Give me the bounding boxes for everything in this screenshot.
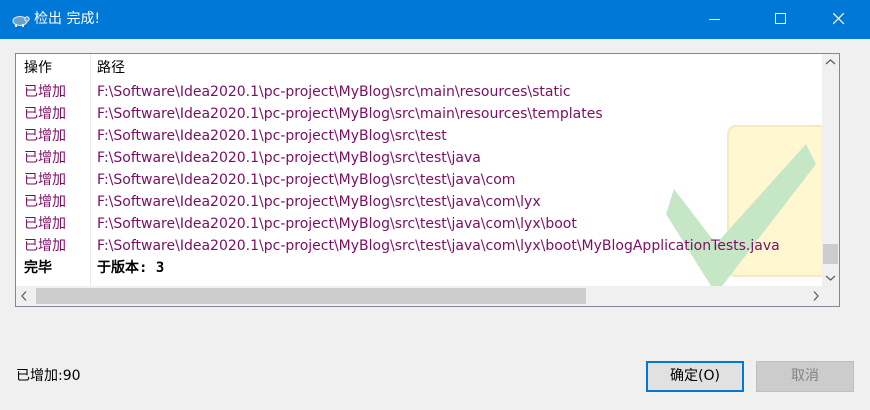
tortoise-app-icon — [10, 10, 30, 28]
title-bar: 检出 完成! — [0, 0, 870, 39]
vertical-scroll-thumb[interactable] — [823, 244, 838, 264]
horizontal-scroll-thumb[interactable] — [36, 288, 586, 304]
row-action: 已增加 — [24, 238, 66, 254]
row-path: F:\Software\Idea2020.1\pc-project\MyBlog… — [97, 238, 780, 254]
close-icon — [833, 13, 845, 25]
chevron-down-icon — [825, 275, 836, 281]
column-header-action[interactable]: 操作 — [24, 58, 52, 78]
row-path: F:\Software\Idea2020.1\pc-project\MyBlog… — [97, 194, 541, 210]
list-row[interactable]: 已增加 F:\Software\Idea2020.1\pc-project\MyB… — [16, 147, 824, 169]
chevron-left-icon — [21, 291, 27, 301]
maximize-button[interactable] — [758, 0, 804, 39]
ok-button[interactable]: 确定(O) — [646, 361, 744, 392]
vertical-scrollbar[interactable] — [822, 54, 839, 286]
scroll-down-button[interactable] — [822, 269, 839, 286]
row-revision: 于版本: 3 — [97, 260, 165, 276]
row-path: F:\Software\Idea2020.1\pc-project\MyBlog… — [97, 150, 481, 166]
row-action: 已增加 — [24, 128, 66, 144]
list-row[interactable]: 已增加 F:\Software\Idea2020.1\pc-project\MyB… — [16, 235, 824, 257]
scrollbar-corner — [822, 286, 839, 306]
row-action: 完毕 — [24, 260, 52, 276]
list-row[interactable]: 已增加 F:\Software\Idea2020.1\pc-project\MyB… — [16, 213, 824, 235]
scroll-up-button[interactable] — [822, 54, 839, 71]
maximize-icon — [775, 13, 786, 24]
row-action: 已增加 — [24, 150, 66, 166]
list-row-complete[interactable]: 完毕 于版本: 3 — [16, 257, 824, 279]
result-list[interactable]: 操作 路径 已增加 F:\Software\Idea2020.1\pc-proje… — [15, 53, 840, 307]
list-row[interactable]: 已增加 F:\Software\Idea2020.1\pc-project\MyB… — [16, 191, 824, 213]
row-action: 已增加 — [24, 172, 66, 188]
horizontal-scrollbar[interactable] — [16, 286, 824, 306]
row-action: 已增加 — [24, 216, 66, 232]
minimize-icon — [709, 19, 720, 20]
column-header-path[interactable]: 路径 — [97, 58, 125, 78]
row-path: F:\Software\Idea2020.1\pc-project\MyBlog… — [97, 106, 603, 122]
window-title: 检出 完成! — [34, 11, 101, 27]
row-action: 已增加 — [24, 106, 66, 122]
list-row[interactable]: 已增加 F:\Software\Idea2020.1\pc-project\MyB… — [16, 125, 824, 147]
scroll-left-button[interactable] — [16, 286, 33, 306]
row-action: 已增加 — [24, 194, 66, 210]
row-path: F:\Software\Idea2020.1\pc-project\MyBlog… — [97, 84, 571, 100]
cancel-button[interactable]: 取消 — [756, 361, 854, 392]
list-row[interactable]: 已增加 F:\Software\Idea2020.1\pc-project\MyB… — [16, 103, 824, 125]
list-row[interactable]: 已增加 F:\Software\Idea2020.1\pc-project\MyB… — [16, 81, 824, 103]
row-path: F:\Software\Idea2020.1\pc-project\MyBlog… — [97, 216, 577, 232]
status-summary: 已增加:90 — [16, 368, 81, 384]
row-path: F:\Software\Idea2020.1\pc-project\MyBlog… — [97, 128, 447, 144]
row-action: 已增加 — [24, 84, 66, 100]
list-row[interactable]: 已增加 F:\Software\Idea2020.1\pc-project\MyB… — [16, 169, 824, 191]
minimize-button[interactable] — [692, 0, 738, 39]
row-path: F:\Software\Idea2020.1\pc-project\MyBlog… — [97, 172, 516, 188]
chevron-up-icon — [825, 59, 836, 65]
close-button[interactable] — [816, 0, 862, 39]
